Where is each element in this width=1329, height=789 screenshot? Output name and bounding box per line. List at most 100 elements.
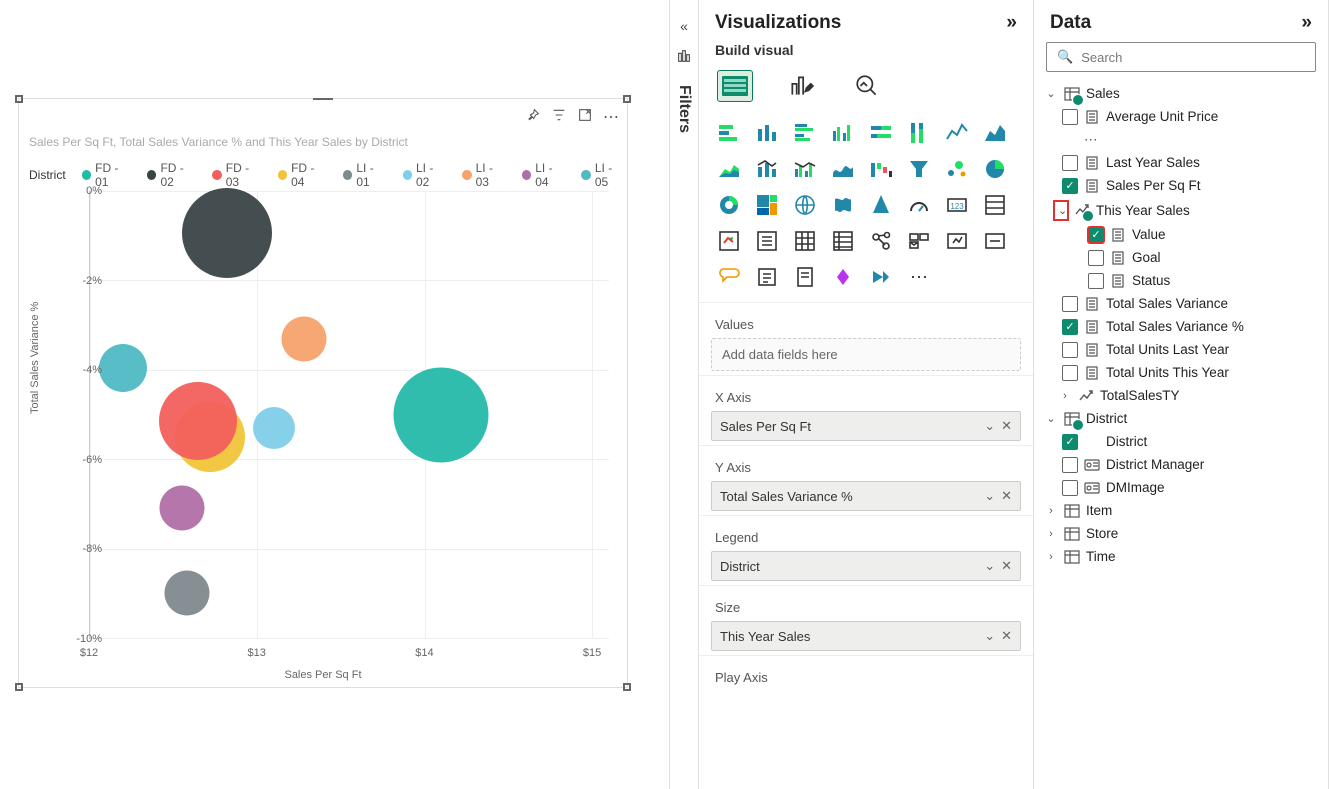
field-total-units-last-year[interactable]: Total Units Last Year <box>1040 338 1322 361</box>
checkbox[interactable] <box>1062 342 1078 358</box>
viz-funnel-icon[interactable] <box>904 155 934 183</box>
checkbox-checked[interactable]: ✓ <box>1062 178 1078 194</box>
viz-smart-narrative-icon[interactable] <box>752 263 782 291</box>
viz-card-icon[interactable]: 123 <box>942 191 972 219</box>
viz-key-influencers-icon[interactable] <box>942 227 972 255</box>
collapse-data-pane-icon[interactable]: » <box>1301 12 1312 34</box>
remove-field-icon[interactable]: ✕ <box>1001 558 1012 574</box>
viz-waterfall-icon[interactable] <box>866 155 896 183</box>
viz-kpi-icon[interactable] <box>714 227 744 255</box>
table-item[interactable]: › Item <box>1040 499 1322 522</box>
checkbox[interactable] <box>1062 365 1078 381</box>
caret-right-icon[interactable]: › <box>1044 551 1058 563</box>
caret-right-icon[interactable]: › <box>1058 390 1072 402</box>
checkbox[interactable] <box>1062 155 1078 171</box>
viz-pie-icon[interactable] <box>980 155 1010 183</box>
checkbox-checked[interactable]: ✓ <box>1062 319 1078 335</box>
viz-ribbon-icon[interactable] <box>828 155 858 183</box>
viz-area-icon[interactable] <box>980 119 1010 147</box>
bubble-fd-02[interactable] <box>182 188 272 278</box>
viz-100-stacked-column-icon[interactable] <box>904 119 934 147</box>
viz-stacked-area-icon[interactable] <box>714 155 744 183</box>
viz-matrix-icon[interactable] <box>828 227 858 255</box>
checkbox[interactable] <box>1062 480 1078 496</box>
legend-item-label[interactable]: FD - 03 <box>226 161 264 189</box>
search-input[interactable]: 🔍 Search <box>1046 42 1316 72</box>
viz-stacked-bar-icon[interactable] <box>714 119 744 147</box>
checkbox-checked[interactable]: ✓ <box>1062 434 1078 450</box>
collapse-visualizations-icon[interactable]: » <box>1006 12 1017 34</box>
viz-r-visual-icon[interactable] <box>866 227 896 255</box>
field-more[interactable]: ⋯ <box>1040 128 1322 151</box>
caret-down-icon[interactable]: ⌄ <box>1054 201 1068 220</box>
caret-down-icon[interactable]: ⌄ <box>1044 87 1058 100</box>
size-field-pill[interactable]: This Year Sales ⌄✕ <box>711 621 1021 651</box>
legend-item-label[interactable]: LI - 05 <box>595 161 627 189</box>
drag-handle[interactable] <box>319 95 327 103</box>
bubble-fd-01[interactable] <box>394 367 489 462</box>
viz-filled-map-icon[interactable] <box>828 191 858 219</box>
analytics-tab[interactable] <box>849 70 885 102</box>
remove-field-icon[interactable]: ✕ <box>1001 418 1012 434</box>
chevron-down-icon[interactable]: ⌄ <box>984 558 995 574</box>
viz-clustered-bar-icon[interactable] <box>790 119 820 147</box>
viz-decomposition-tree-icon[interactable] <box>980 227 1010 255</box>
field-totalsalesty[interactable]: › TotalSalesTY <box>1040 384 1322 407</box>
table-time[interactable]: › Time <box>1040 545 1322 568</box>
viz-map-icon[interactable] <box>790 191 820 219</box>
viz-line-clustered-column-icon[interactable] <box>790 155 820 183</box>
pin-icon[interactable] <box>525 107 541 127</box>
chevron-down-icon[interactable]: ⌄ <box>984 628 995 644</box>
bubble-li-03[interactable] <box>282 316 327 361</box>
bubble-li-01[interactable] <box>165 571 210 616</box>
checkbox[interactable] <box>1062 109 1078 125</box>
legend-field-pill[interactable]: District ⌄✕ <box>711 551 1021 581</box>
checkbox[interactable] <box>1062 457 1078 473</box>
viz-gauge-icon[interactable] <box>904 191 934 219</box>
field-dmimage[interactable]: DMImage <box>1040 476 1322 499</box>
viz-qa-icon[interactable] <box>714 263 744 291</box>
remove-field-icon[interactable]: ✕ <box>1001 628 1012 644</box>
bubble-fd-03[interactable] <box>159 382 237 460</box>
yaxis-field-pill[interactable]: Total Sales Variance % ⌄✕ <box>711 481 1021 511</box>
field-last-year-sales[interactable]: Last Year Sales <box>1040 151 1322 174</box>
legend-item-label[interactable]: FD - 04 <box>291 161 329 189</box>
field-total-sales-variance-pct[interactable]: ✓ Total Sales Variance % <box>1040 315 1322 338</box>
checkbox-checked[interactable]: ✓ <box>1088 227 1104 243</box>
scatter-chart-visual[interactable]: ⋯ Sales Per Sq Ft, Total Sales Variance … <box>18 98 628 688</box>
checkbox[interactable] <box>1088 273 1104 289</box>
legend-item-label[interactable]: LI - 01 <box>356 161 388 189</box>
viz-scatter-icon[interactable] <box>942 155 972 183</box>
viz-paginated-report-icon[interactable] <box>790 263 820 291</box>
field-total-sales-variance[interactable]: Total Sales Variance <box>1040 292 1322 315</box>
table-district[interactable]: ⌄ District <box>1040 407 1322 430</box>
viz-100-stacked-bar-icon[interactable] <box>866 119 896 147</box>
resize-handle[interactable] <box>15 683 23 691</box>
checkbox[interactable] <box>1062 296 1078 312</box>
checkbox[interactable] <box>1088 250 1104 266</box>
bubble-li-04[interactable] <box>159 486 204 531</box>
bubble-li-05[interactable] <box>99 344 147 392</box>
viz-power-apps-icon[interactable] <box>828 263 858 291</box>
resize-handle[interactable] <box>623 95 631 103</box>
xaxis-field-pill[interactable]: Sales Per Sq Ft ⌄✕ <box>711 411 1021 441</box>
chevron-down-icon[interactable]: ⌄ <box>984 418 995 434</box>
field-goal[interactable]: Goal <box>1040 246 1322 269</box>
viz-donut-icon[interactable] <box>714 191 744 219</box>
filter-icon[interactable] <box>551 107 567 127</box>
viz-line-stacked-column-icon[interactable] <box>752 155 782 183</box>
table-store[interactable]: › Store <box>1040 522 1322 545</box>
remove-field-icon[interactable]: ✕ <box>1001 488 1012 504</box>
resize-handle[interactable] <box>15 95 23 103</box>
resize-handle[interactable] <box>623 683 631 691</box>
plot-area[interactable] <box>89 191 609 639</box>
field-average-unit-price[interactable]: Average Unit Price <box>1040 105 1322 128</box>
report-canvas[interactable]: ⋯ Sales Per Sq Ft, Total Sales Variance … <box>0 0 669 789</box>
viz-line-icon[interactable] <box>942 119 972 147</box>
caret-right-icon[interactable]: › <box>1044 505 1058 517</box>
table-sales[interactable]: ⌄ Sales <box>1040 82 1322 105</box>
viz-table-icon[interactable] <box>790 227 820 255</box>
more-options-icon[interactable]: ⋯ <box>603 107 619 127</box>
viz-power-automate-icon[interactable] <box>866 263 896 291</box>
viz-get-more-icon[interactable]: ⋯ <box>904 263 934 291</box>
